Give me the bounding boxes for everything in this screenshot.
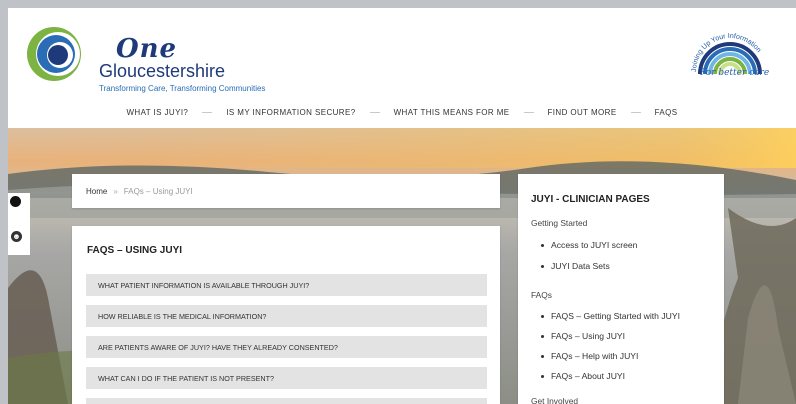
page-frame: One Gloucestershire Transforming Care, T… [8, 8, 796, 404]
accessibility-icon[interactable]: ☻ [11, 231, 22, 242]
sidebar-link-faqs-help[interactable]: FAQs – Help with JUYI [541, 351, 638, 361]
faq-panel: FAQS – USING JUYI WHAT PATIENT INFORMATI… [72, 226, 500, 404]
nav-is-my-information-secure[interactable]: IS MY INFORMATION SECURE? [226, 108, 355, 117]
nav-separator [202, 111, 213, 113]
sidebar-link-label: FAQs – About JUYI [551, 371, 626, 381]
nav-separator [369, 111, 380, 113]
accessibility-toolbar: ☻ [8, 193, 30, 255]
sidebar-link-access-screen[interactable]: Access to JUYI screen [541, 240, 637, 250]
sidebar-link-label: JUYI Data Sets [551, 261, 610, 271]
breadcrumb-current: FAQs – Using JUYI [123, 186, 193, 196]
nav-what-this-means-for-me[interactable]: WHAT THIS MEANS FOR ME [394, 108, 510, 117]
logo-text-one: One [116, 34, 178, 64]
logo-text-name: Gloucestershire [99, 61, 226, 81]
sidebar-link-label: FAQs – Help with JUYI [551, 351, 639, 361]
bullet-icon [541, 244, 544, 248]
faq-item[interactable] [86, 398, 487, 404]
bullet-icon [541, 265, 544, 269]
site-header: One Gloucestershire Transforming Care, T… [8, 8, 796, 128]
sidebar-link-faqs-using[interactable]: FAQs – Using JUYI [541, 331, 625, 341]
nav-faqs[interactable]: FAQS [655, 108, 678, 117]
sidebar-title: JUYI - CLINICIAN PAGES [531, 194, 650, 205]
one-gloucestershire-logo[interactable]: One Gloucestershire Transforming Care, T… [24, 22, 284, 93]
breadcrumb-home-link[interactable]: Home [86, 187, 107, 196]
bullet-icon [541, 355, 544, 359]
faq-item[interactable]: HOW RELIABLE IS THE MEDICAL INFORMATION? [86, 305, 487, 327]
sidebar-link-faqs-about[interactable]: FAQs – About JUYI [541, 371, 625, 381]
sidebar-heading-faqs: FAQs [531, 290, 552, 300]
logo-tagline: Transforming Care, Transforming Communit… [99, 84, 266, 93]
nav-separator [630, 111, 641, 113]
main-nav: WHAT IS JUYI? IS MY INFORMATION SECURE? … [8, 102, 796, 122]
faq-item[interactable]: WHAT PATIENT INFORMATION IS AVAILABLE TH… [86, 274, 487, 296]
juyi-tagline: For better care [700, 68, 770, 78]
sidebar-heading-getting-started: Getting Started [531, 218, 588, 228]
contrast-toggle-icon[interactable] [10, 196, 21, 207]
bullet-icon [541, 375, 544, 379]
sidebar-link-label: Access to JUYI screen [551, 240, 638, 250]
faq-item[interactable]: ARE PATIENTS AWARE OF JUYI? HAVE THEY AL… [86, 336, 487, 358]
breadcrumb-separator: » [113, 186, 118, 196]
nav-what-is-juyi[interactable]: WHAT IS JUYI? [126, 108, 188, 117]
breadcrumb: Home » FAQs – Using JUYI [72, 174, 500, 208]
page-title: FAQS – USING JUYI [87, 245, 183, 256]
sidebar-link-data-sets[interactable]: JUYI Data Sets [541, 261, 610, 271]
sidebar-heading-get-involved: Get Involved [531, 396, 579, 404]
sidebar-link-label: FAQS – Getting Started with JUYI [551, 311, 680, 321]
nav-find-out-more[interactable]: FIND OUT MORE [548, 108, 617, 117]
bullet-icon [541, 315, 544, 319]
sidebar-link-label: FAQs – Using JUYI [551, 331, 626, 341]
clinician-pages-sidebar: JUYI - CLINICIAN PAGES Getting Started A… [518, 174, 724, 404]
nav-separator [523, 111, 534, 113]
juyi-logo[interactable]: Joining Up Your Information [688, 22, 772, 92]
juyi-rainbow-icon: Joining Up Your Information [691, 33, 762, 75]
logo-circles-icon [27, 27, 81, 81]
bullet-icon [541, 335, 544, 339]
sidebar-link-faqs-getting-started[interactable]: FAQS – Getting Started with JUYI [541, 311, 680, 321]
faq-item[interactable]: WHAT CAN I DO IF THE PATIENT IS NOT PRES… [86, 367, 487, 389]
